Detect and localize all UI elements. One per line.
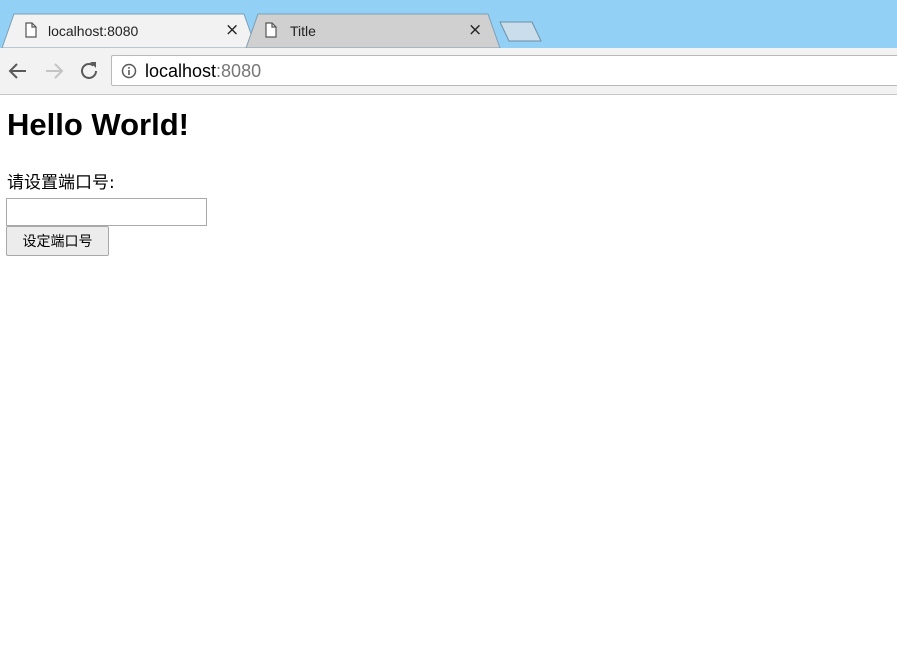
page-icon (265, 22, 277, 38)
back-arrow-icon[interactable] (6, 59, 30, 83)
info-icon[interactable] (121, 63, 137, 79)
page-icon (25, 22, 37, 38)
forward-arrow-icon[interactable] (42, 59, 66, 83)
tab-localhost[interactable]: localhost:8080 × (0, 13, 258, 48)
set-port-button[interactable]: 设定端口号 (6, 226, 109, 256)
address-bar[interactable]: localhost:8080 (111, 55, 897, 86)
close-icon[interactable]: × (225, 21, 239, 39)
port-input[interactable] (6, 198, 207, 226)
tab-strip: localhost:8080 × Title × (0, 0, 897, 48)
url-host: localhost (145, 61, 217, 81)
close-icon[interactable]: × (468, 21, 482, 39)
port-label: 请设置端口号: (7, 173, 115, 193)
url-text: localhost:8080 (145, 60, 261, 82)
url-port: :8080 (216, 61, 262, 81)
tab-title: Title (290, 23, 316, 39)
new-tab-icon[interactable] (498, 20, 544, 44)
tab-title-page[interactable]: Title × (244, 13, 502, 48)
tab-title: localhost:8080 (48, 23, 139, 39)
tab-shape (245, 13, 501, 48)
reload-icon[interactable] (77, 59, 101, 83)
page-heading: Hello World! (7, 107, 189, 142)
browser-toolbar: localhost:8080 (0, 48, 897, 95)
page-content: Hello World! 请设置端口号: 设定端口号 (0, 95, 897, 666)
